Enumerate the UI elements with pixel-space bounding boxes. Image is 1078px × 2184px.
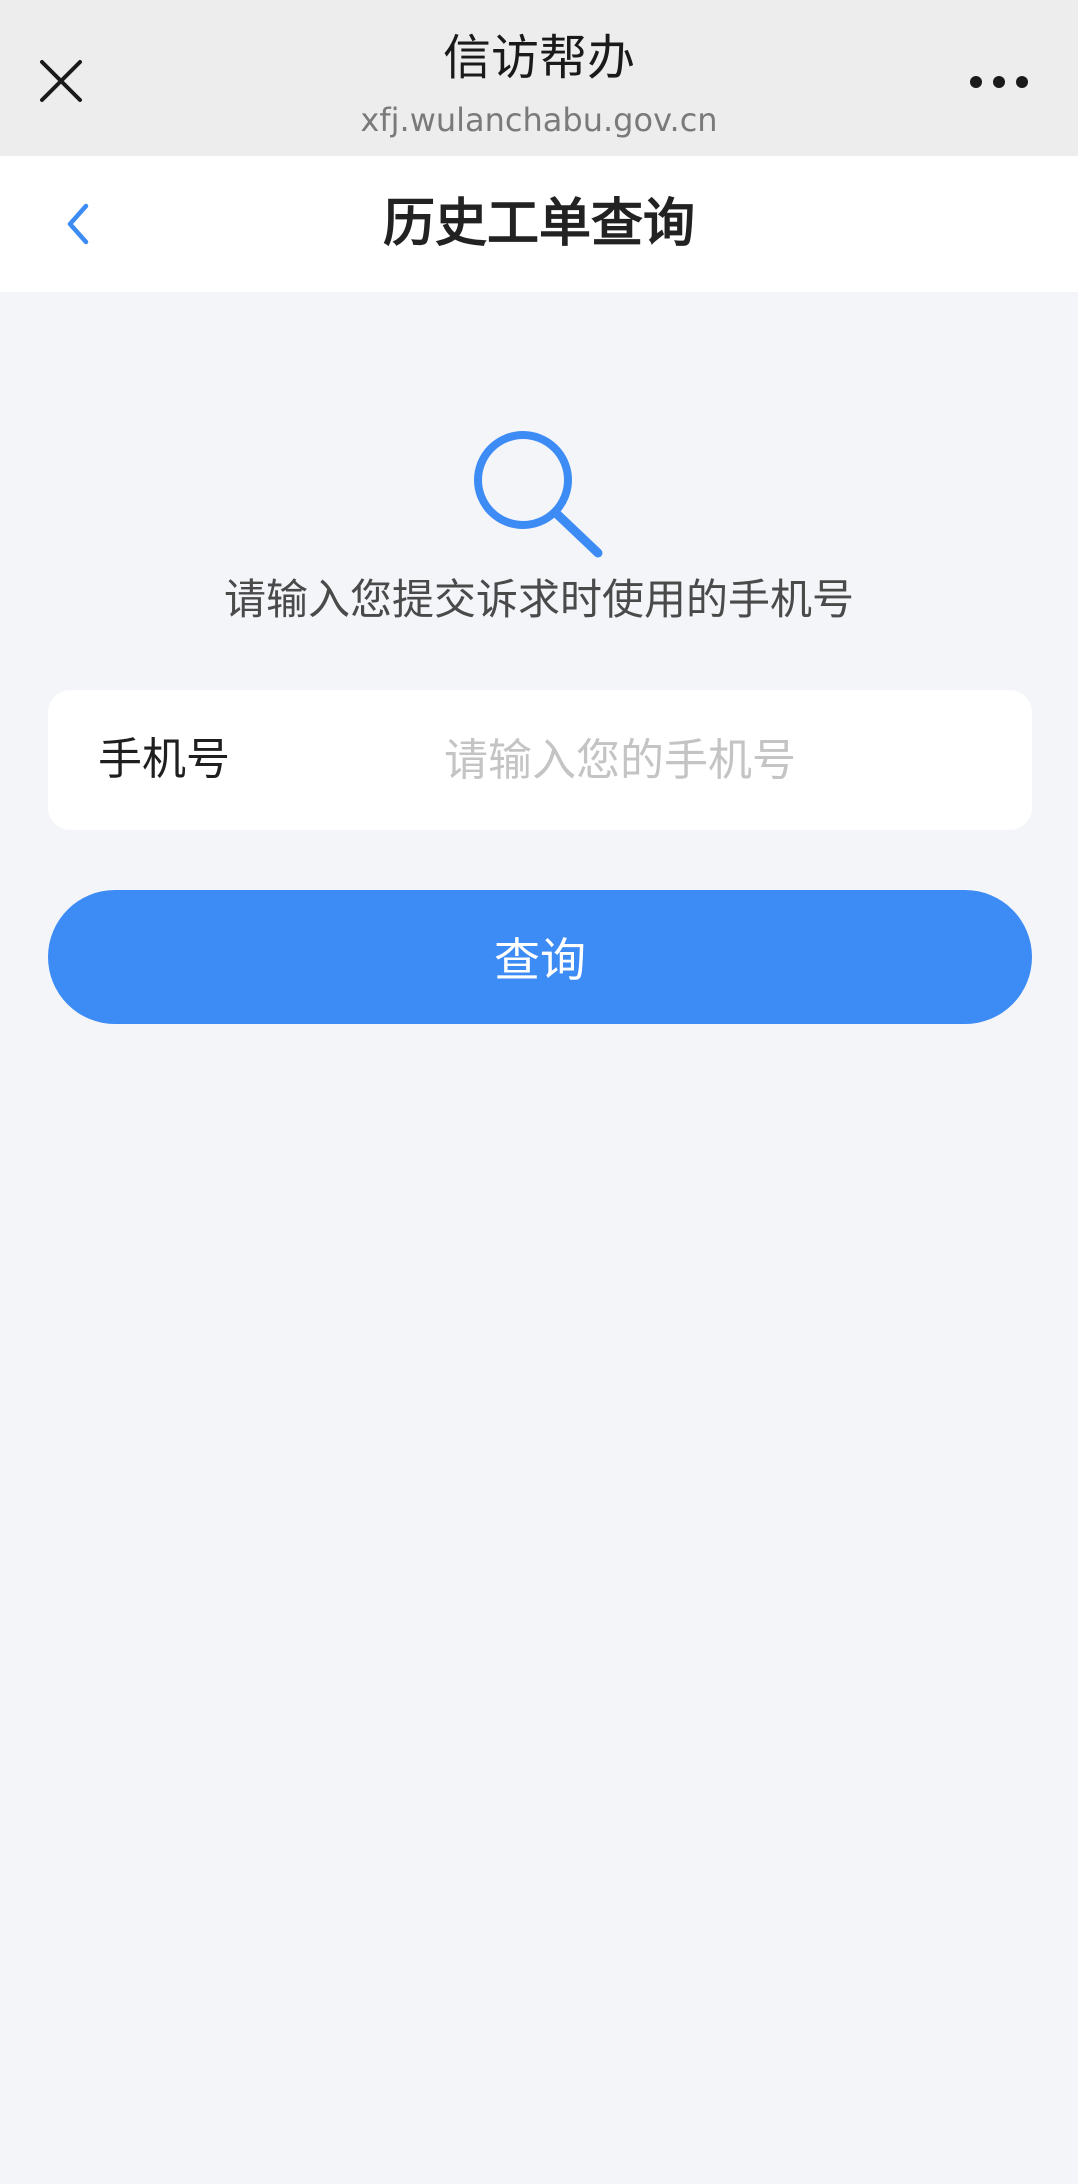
browser-bar: 信访帮办 xfj.wulanchabu.gov.cn	[0, 0, 1078, 156]
more-horizontal-icon	[970, 76, 1028, 88]
phone-field-card: 手机号	[48, 690, 1032, 830]
page-title: 历史工单查询	[382, 194, 695, 254]
app-header: 历史工单查询	[0, 156, 1078, 292]
browser-url: xfj.wulanchabu.gov.cn	[360, 101, 718, 139]
hint-text: 请输入您提交诉求时使用的手机号	[223, 575, 854, 624]
query-button[interactable]: 查询	[48, 890, 1032, 1024]
phone-label: 手机号	[98, 734, 230, 785]
phone-input[interactable]	[396, 720, 986, 800]
browser-title: 信访帮办	[442, 30, 635, 86]
search-icon	[474, 431, 603, 558]
more-button[interactable]	[962, 60, 1036, 104]
